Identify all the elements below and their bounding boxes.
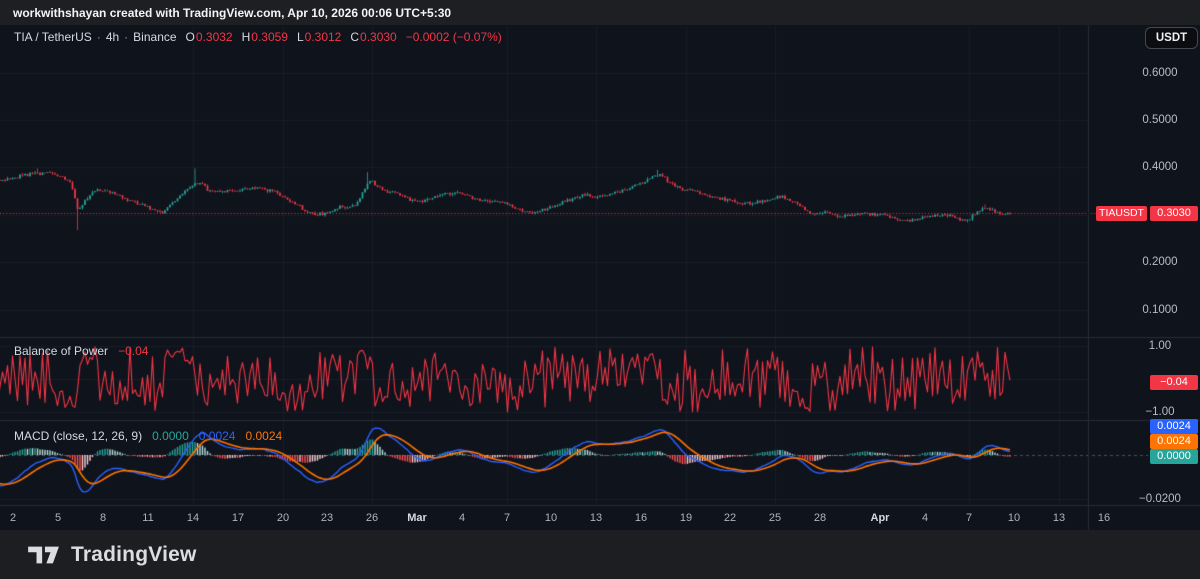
exchange-label[interactable]: Binance bbox=[133, 30, 176, 44]
ohlc-close: C0.3030 bbox=[350, 30, 397, 44]
time-tick: 8 bbox=[99, 512, 107, 524]
time-tick: 13 bbox=[1052, 512, 1066, 524]
time-tick: 20 bbox=[276, 512, 290, 524]
price-axis-label: 0.2000 bbox=[1142, 256, 1178, 268]
interval-label[interactable]: 4h bbox=[106, 30, 119, 44]
attribution-text: workwithshayan created with TradingView.… bbox=[13, 5, 452, 20]
time-tick: 14 bbox=[186, 512, 200, 524]
time-tick: 11 bbox=[142, 512, 154, 524]
top-bar: workwithshayan created with TradingView.… bbox=[0, 0, 1200, 25]
macd-signal-value: 0.0024 bbox=[245, 429, 283, 443]
price-axis-label: 0.5000 bbox=[1142, 114, 1178, 126]
chart-canvas[interactable] bbox=[0, 0, 1200, 579]
price-axis-label: −1.00 bbox=[1145, 406, 1175, 418]
time-tick: 7 bbox=[503, 512, 511, 524]
main-legend[interactable]: TIA / TetherUS · 4h · Binance O0.3032 H0.3059 L… bbox=[14, 30, 502, 44]
currency-unit-button[interactable]: USDT bbox=[1145, 27, 1198, 49]
time-tick: Apr bbox=[870, 512, 890, 524]
time-tick: 23 bbox=[320, 512, 334, 524]
tradingview-chart-window: workwithshayan created with TradingView.… bbox=[0, 0, 1200, 579]
macd-title[interactable]: MACD bbox=[14, 429, 49, 443]
time-tick: 4 bbox=[921, 512, 929, 524]
ohlc-low: L0.3012 bbox=[296, 30, 342, 44]
bop-title[interactable]: Balance of Power bbox=[14, 344, 108, 358]
macd-hist-badge: 0.0000 bbox=[1150, 449, 1198, 464]
macd-line-value: 0.0024 bbox=[198, 429, 236, 443]
price-axis-label: 0.6000 bbox=[1142, 67, 1178, 79]
time-tick: 16 bbox=[1097, 512, 1111, 524]
ohlc-high: H0.3059 bbox=[241, 30, 288, 44]
time-tick: 16 bbox=[634, 512, 648, 524]
time-tick: Mar bbox=[407, 512, 427, 524]
tradingview-logo-icon[interactable] bbox=[27, 541, 61, 569]
time-tick: 4 bbox=[458, 512, 466, 524]
price-axis-label: 0.4000 bbox=[1142, 161, 1178, 173]
time-tick: 26 bbox=[365, 512, 379, 524]
bop-legend[interactable]: Balance of Power −0.04 bbox=[14, 344, 148, 358]
macd-hist-value: 0.0000 bbox=[152, 429, 189, 443]
price-axis-label: 0.1000 bbox=[1142, 304, 1178, 316]
macd-signal-badge: 0.0024 bbox=[1150, 434, 1198, 449]
macd-line-badge: 0.0024 bbox=[1150, 419, 1198, 434]
ohlc-open: O0.3032 bbox=[185, 30, 233, 44]
bop-value-badge: −0.04 bbox=[1150, 375, 1198, 390]
time-tick: 10 bbox=[544, 512, 558, 524]
last-price-badge: 0.3030 bbox=[1150, 206, 1198, 221]
time-tick: 28 bbox=[813, 512, 827, 524]
time-tick: 5 bbox=[54, 512, 62, 524]
time-tick: 2 bbox=[9, 512, 17, 524]
time-tick: 17 bbox=[231, 512, 245, 524]
tradingview-brand-text[interactable]: TradingView bbox=[71, 543, 197, 567]
time-tick: 10 bbox=[1007, 512, 1021, 524]
time-axis[interactable]: 2 5 8 11 14 17 20 23 26 Mar 4 7 10 13 16 19 22 25 28 Apr 4 7 1… bbox=[0, 512, 1200, 530]
macd-legend[interactable]: MACD (close, 12, 26, 9) 0.0000 0.0024 0.002… bbox=[14, 429, 282, 443]
price-axis-label: −0.0200 bbox=[1139, 493, 1181, 505]
time-tick: 19 bbox=[679, 512, 693, 524]
macd-params: (close, 12, 26, 9) bbox=[52, 429, 143, 443]
symbol-name[interactable]: TIA / TetherUS bbox=[14, 30, 92, 44]
separator: · bbox=[96, 30, 101, 44]
time-tick: 7 bbox=[965, 512, 973, 524]
footer-bar: TradingView bbox=[0, 530, 1200, 579]
bop-value: −0.04 bbox=[118, 344, 149, 358]
time-tick: 13 bbox=[589, 512, 603, 524]
separator: · bbox=[124, 30, 129, 44]
symbol-price-badge: TIAUSDT bbox=[1096, 206, 1147, 221]
time-tick: 25 bbox=[768, 512, 782, 524]
time-tick: 22 bbox=[723, 512, 737, 524]
price-axis-label: 1.00 bbox=[1148, 340, 1172, 352]
change-value: −0.0002 (−0.07%) bbox=[405, 30, 502, 44]
